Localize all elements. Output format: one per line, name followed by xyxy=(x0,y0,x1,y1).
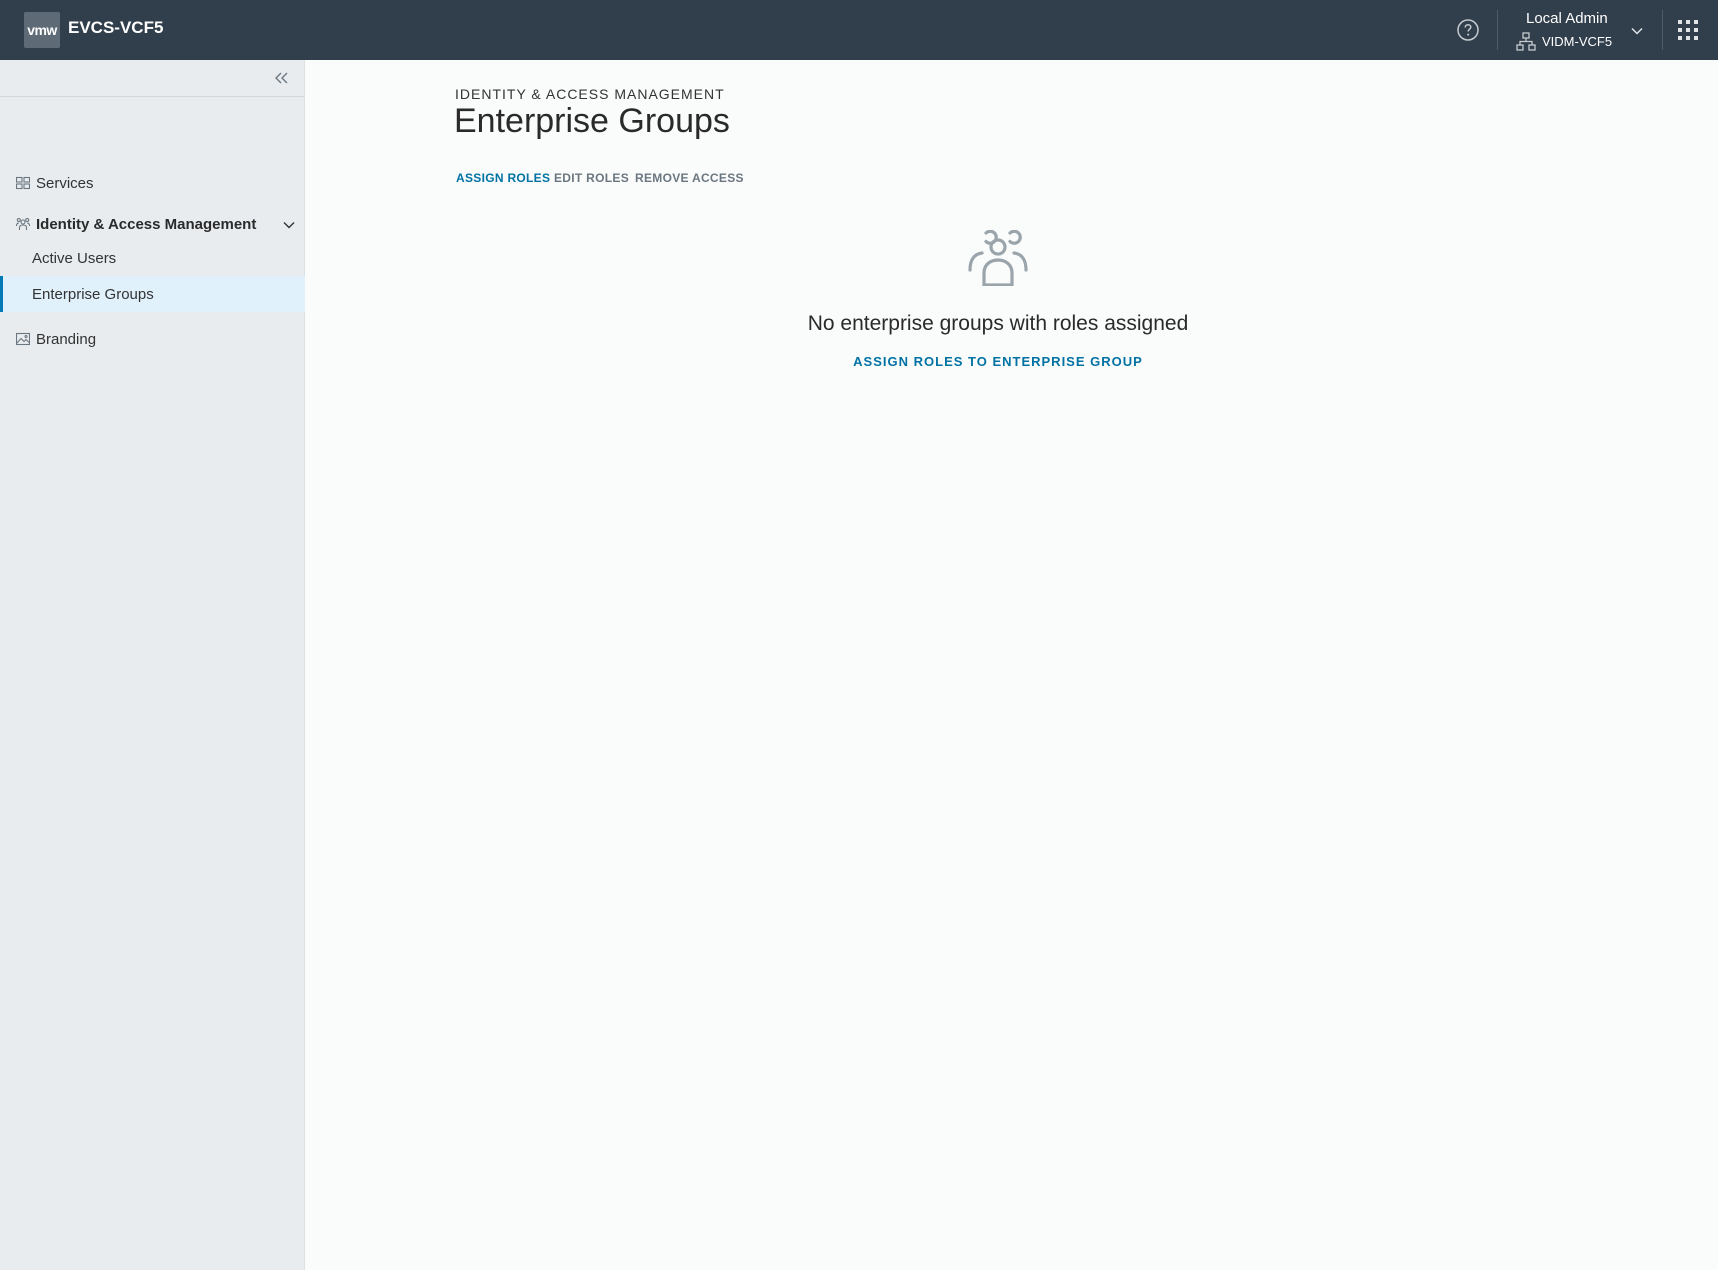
sidebar-item-label: Services xyxy=(36,175,94,192)
image-icon xyxy=(15,332,31,346)
empty-state-message: No enterprise groups with roles assigned xyxy=(807,312,1189,335)
sidebar-item-branding[interactable]: Branding xyxy=(0,322,305,356)
top-header: vmw EVCS-VCF5 Local Admin VIDM-VCF5 xyxy=(0,0,1718,60)
collapse-sidebar-icon[interactable] xyxy=(272,68,292,88)
sidebar-group-identity-access-management[interactable]: Identity & Access Management xyxy=(0,207,305,241)
users-group-icon xyxy=(15,217,31,231)
assign-roles-button[interactable]: ASSIGN ROLES xyxy=(456,171,550,185)
services-grid-icon xyxy=(15,176,31,190)
user-name: Local Admin xyxy=(1526,10,1608,27)
sidebar-item-services[interactable]: Services xyxy=(0,166,305,200)
page-title: Enterprise Groups xyxy=(454,102,730,140)
tenant-name: VIDM-VCF5 xyxy=(1542,34,1613,49)
sidebar-item-active-users[interactable]: Active Users xyxy=(0,240,305,276)
sidebar-divider xyxy=(0,96,305,97)
vmware-logo: vmw xyxy=(24,12,60,48)
app-title: EVCS-VCF5 xyxy=(68,18,164,37)
sidebar-item-label: Identity & Access Management xyxy=(36,216,257,233)
sidebar-item-label: Enterprise Groups xyxy=(32,286,154,303)
users-group-icon xyxy=(968,229,1028,287)
chevron-down-icon xyxy=(282,218,296,232)
help-icon[interactable] xyxy=(1456,18,1480,42)
assign-roles-to-enterprise-group-link[interactable]: ASSIGN ROLES TO ENTERPRISE GROUP xyxy=(703,354,1293,369)
sidebar-item-label: Active Users xyxy=(32,250,117,267)
header-divider xyxy=(1662,10,1663,50)
chevron-down-icon xyxy=(1630,24,1644,38)
sidebar-item-enterprise-groups[interactable]: Enterprise Groups xyxy=(0,276,305,312)
breadcrumb: IDENTITY & ACCESS MANAGEMENT xyxy=(455,86,725,102)
sidebar-item-label: Branding xyxy=(36,331,97,348)
sidebar: Services Identity & Access Management Ac… xyxy=(0,60,305,1270)
app-launcher-grid-icon[interactable] xyxy=(1678,20,1698,40)
edit-roles-button[interactable]: EDIT ROLES xyxy=(554,171,629,185)
remove-access-button[interactable]: REMOVE ACCESS xyxy=(635,171,744,185)
header-divider xyxy=(1497,10,1498,50)
user-menu[interactable]: Local Admin VIDM-VCF5 xyxy=(1500,8,1650,52)
tenant-network-icon xyxy=(1516,32,1536,52)
